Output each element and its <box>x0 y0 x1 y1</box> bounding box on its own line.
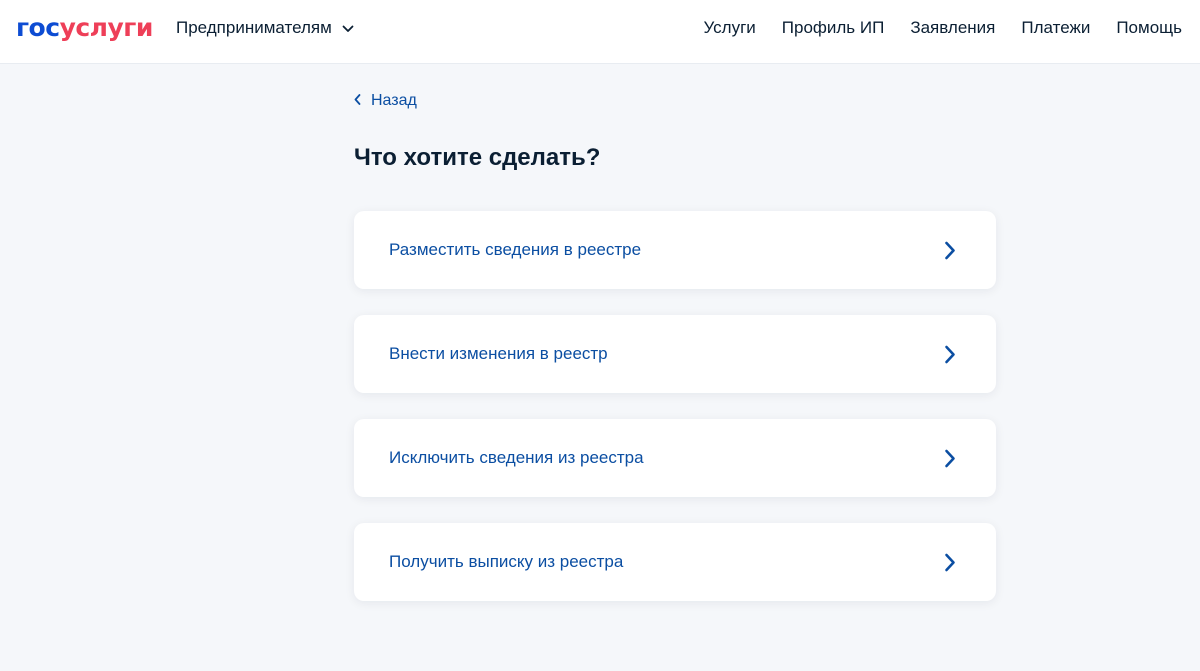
nav-item-help[interactable]: Помощь <box>1116 18 1182 38</box>
option-exclude-info[interactable]: Исключить сведения из реестра <box>354 419 996 497</box>
gosuslugi-logo[interactable]: госуслуги <box>16 14 153 42</box>
option-label: Исключить сведения из реестра <box>389 448 644 467</box>
page-title: Что хотите сделать? <box>354 144 601 171</box>
chevron-right-icon <box>944 241 956 260</box>
option-label: Получить выписку из реестра <box>389 552 624 571</box>
section-switcher[interactable]: Предпринимателям <box>176 18 354 38</box>
back-link[interactable]: Назад <box>354 92 417 110</box>
chevron-right-icon <box>944 449 956 468</box>
chevron-down-icon <box>332 18 354 38</box>
nav-item-uslugi[interactable]: Услуги <box>703 18 755 38</box>
logo-part-gos: гос <box>16 13 60 42</box>
logo-part-uslugi: услуги <box>59 13 154 42</box>
chevron-right-icon <box>944 553 956 572</box>
nav-item-payments[interactable]: Платежи <box>1021 18 1090 38</box>
chevron-right-icon <box>944 345 956 364</box>
section-switcher-label: Предпринимателям <box>176 18 332 37</box>
option-place-info[interactable]: Разместить сведения в реестре <box>354 211 996 289</box>
nav-item-applications[interactable]: Заявления <box>910 18 995 38</box>
main-nav: Услуги Профиль ИП Заявления Платежи Помо… <box>703 18 1182 38</box>
option-label: Разместить сведения в реестре <box>389 240 642 259</box>
option-get-extract[interactable]: Получить выписку из реестра <box>354 523 996 601</box>
nav-item-profile[interactable]: Профиль ИП <box>782 18 885 38</box>
top-header: госуслуги Предпринимателям Услуги Профил… <box>0 0 1200 64</box>
options-list: Разместить сведения в реестре Внести изм… <box>354 211 996 627</box>
option-label: Внести изменения в реестр <box>389 344 608 363</box>
option-change-registry[interactable]: Внести изменения в реестр <box>354 315 996 393</box>
back-link-label: Назад <box>371 92 417 109</box>
chevron-left-icon <box>354 92 371 110</box>
